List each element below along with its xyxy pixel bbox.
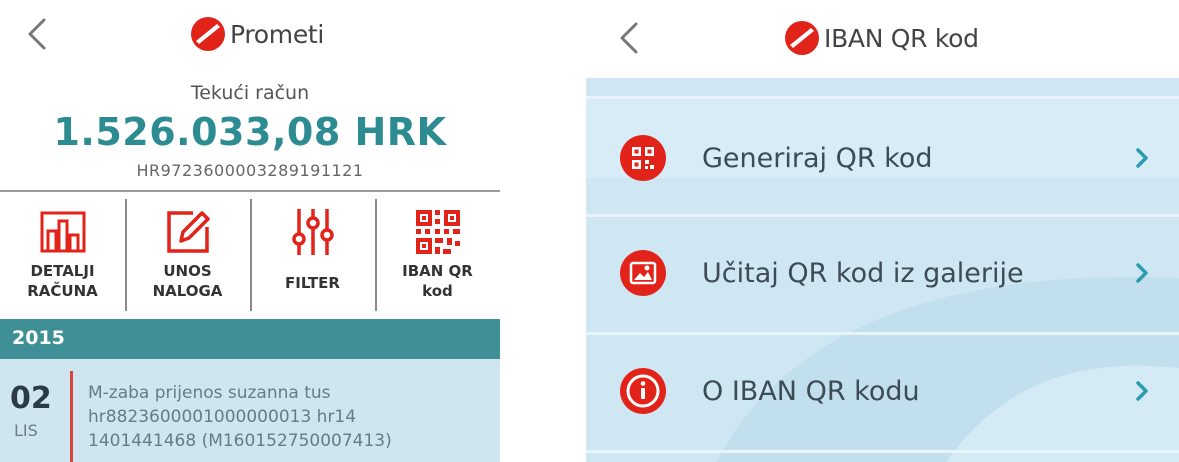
- about-iban-qr-label: O IBAN QR kodu: [702, 375, 920, 407]
- account-label: Tekući račun: [190, 82, 310, 104]
- header-brand: Prometi: [190, 16, 324, 52]
- transaction-day: 02: [10, 381, 52, 416]
- generate-qr-label: Generiraj QR kod: [702, 142, 933, 174]
- account-details-button[interactable]: DETALJI RAČUNA: [0, 195, 125, 315]
- qr-code-icon: [413, 207, 463, 257]
- page-title: IBAN QR kod: [824, 23, 979, 53]
- transactions-screen: Prometi Tekući račun 1.526.033,08 HRK HR…: [0, 0, 500, 462]
- account-details-label: DETALJI RAČUNA: [27, 262, 98, 300]
- action-bar: DETALJI RAČUNA UNOS NALOGA FILTER IBAN Q…: [0, 195, 500, 315]
- brand-logo-icon: [785, 21, 819, 55]
- qr-code-icon: [620, 135, 666, 181]
- gallery-image-icon: [620, 250, 666, 296]
- year-header: 2015: [0, 319, 500, 359]
- sliders-icon: [288, 207, 338, 257]
- header: IBAN QR kod: [586, 0, 1179, 78]
- chevron-right-icon: [1133, 145, 1151, 171]
- new-order-label: UNOS NALOGA: [152, 262, 223, 300]
- account-balance: 1.526.033,08 HRK: [53, 110, 447, 154]
- chevron-left-icon[interactable]: [22, 14, 52, 54]
- menu-area: Generiraj QR kod Učitaj QR kod iz galeri…: [586, 78, 1179, 462]
- about-iban-qr-item[interactable]: O IBAN QR kodu: [586, 341, 1179, 441]
- brand-logo-icon: [191, 17, 225, 51]
- page-title: Prometi: [230, 19, 325, 49]
- divider: [586, 332, 1179, 335]
- info-icon: [620, 368, 666, 414]
- iban-qr-screen: IBAN QR kod Generiraj QR kod Učitaj QR k…: [586, 0, 1179, 462]
- divider: [586, 214, 1179, 217]
- generate-qr-item[interactable]: Generiraj QR kod: [586, 108, 1179, 208]
- new-order-button[interactable]: UNOS NALOGA: [125, 195, 250, 315]
- iban-qr-label: IBAN QR kod: [402, 262, 473, 300]
- divider: [586, 450, 1179, 453]
- transaction-marker: [70, 371, 73, 462]
- iban-qr-button[interactable]: IBAN QR kod: [375, 195, 500, 315]
- divider: [586, 96, 1179, 99]
- chevron-left-icon[interactable]: [614, 18, 644, 58]
- load-qr-from-gallery-item[interactable]: Učitaj QR kod iz galerije: [586, 223, 1179, 323]
- chevron-right-icon: [1133, 378, 1151, 404]
- chevron-right-icon: [1133, 260, 1151, 286]
- transaction-row[interactable]: 02 LIS M-zaba prijenos suzanna tus hr882…: [0, 359, 500, 462]
- chart-icon: [38, 207, 88, 257]
- transaction-description: M-zaba prijenos suzanna tus hr8823600001…: [88, 383, 392, 451]
- transaction-month: LIS: [14, 421, 38, 440]
- header-brand: IBAN QR kod: [784, 20, 979, 56]
- edit-icon: [163, 207, 213, 257]
- divider: [0, 190, 500, 192]
- load-qr-from-gallery-label: Učitaj QR kod iz galerije: [702, 257, 1024, 289]
- account-iban: HR9723600003289191121: [136, 161, 364, 180]
- filter-label: FILTER: [285, 274, 340, 292]
- header: Prometi: [0, 0, 500, 72]
- filter-button[interactable]: FILTER: [250, 195, 375, 315]
